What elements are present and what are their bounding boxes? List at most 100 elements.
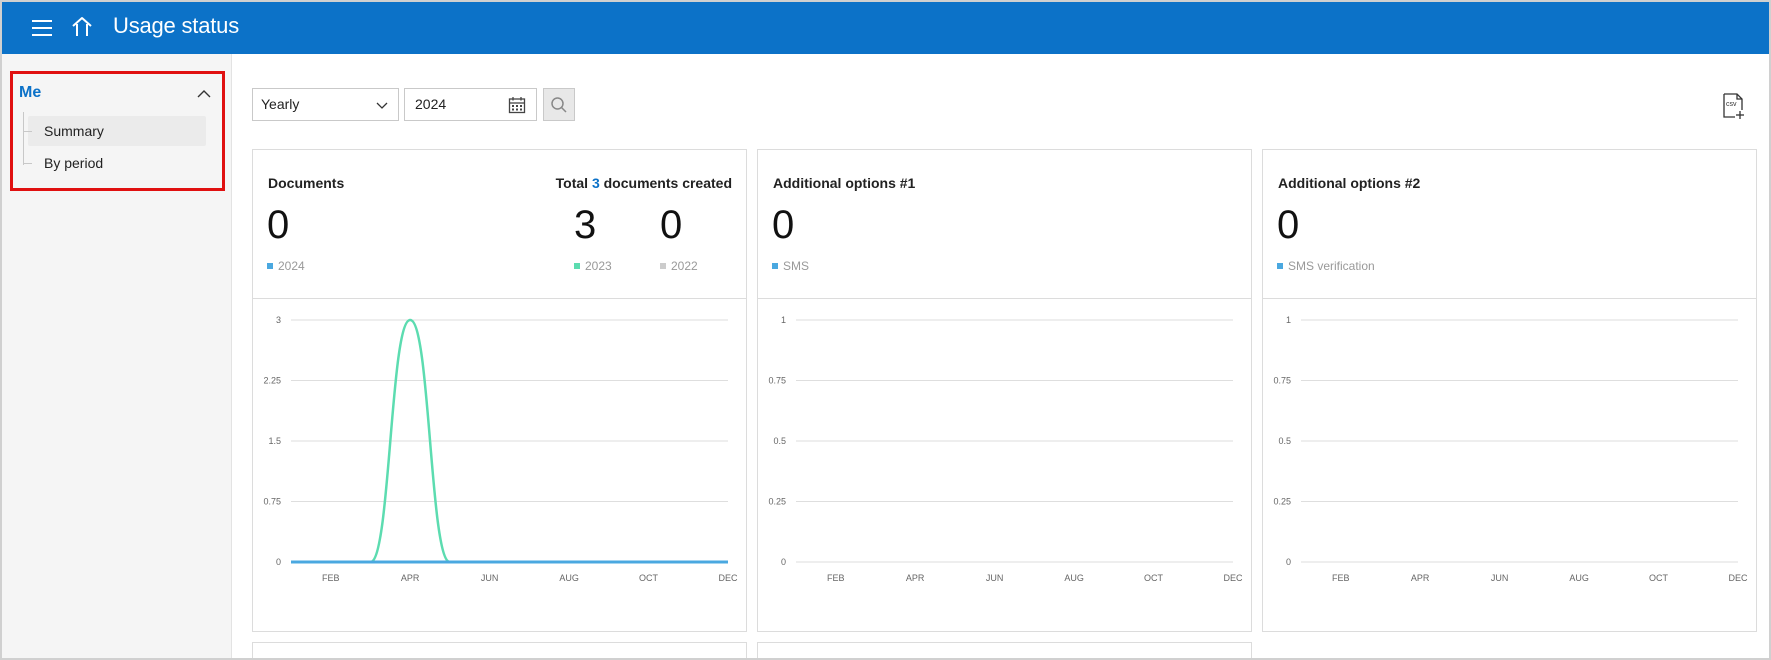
card-title: Documents — [268, 175, 345, 191]
y-tick-label: 0.5 — [1278, 436, 1291, 446]
x-tick-label: DEC — [1728, 573, 1748, 583]
x-tick-label: OCT — [639, 573, 659, 583]
note-count: 3 — [591, 175, 600, 191]
y-tick-label: 0.25 — [768, 497, 786, 507]
additional-options-1-card: Additional options #1 0 SMS 0 0.25 0.5 0.75… — [757, 149, 1252, 632]
stat-value: 0 — [1277, 203, 1300, 247]
y-tick-label: 0.75 — [768, 376, 786, 386]
x-tick-label: OCT — [1144, 573, 1164, 583]
search-icon — [551, 96, 567, 113]
stat-value: 0 — [267, 203, 290, 247]
x-tick-label: AUG — [1569, 573, 1589, 583]
svg-text:csv: csv — [1726, 101, 1737, 108]
stat-value: 0 — [660, 203, 683, 247]
legend-text: SMS verification — [1288, 259, 1375, 273]
additional-options-2-card: Additional options #2 0 SMS verification… — [1262, 149, 1757, 632]
tree-line — [23, 112, 24, 165]
x-tick-label: DEC — [718, 573, 738, 583]
y-tick-label: 2.25 — [263, 376, 281, 386]
sidebar-item-label: By period — [44, 155, 104, 171]
x-tick-label: APR — [906, 573, 925, 583]
y-tick-label: 0 — [1286, 557, 1291, 567]
y-tick-label: 0.75 — [263, 497, 281, 507]
x-tick-label: AUG — [559, 573, 579, 583]
tree-dash — [23, 131, 32, 132]
search-button[interactable] — [543, 88, 575, 121]
x-tick-label: FEB — [1332, 573, 1350, 583]
y-tick-label: 0 — [781, 557, 786, 567]
legend-swatch — [772, 263, 778, 269]
y-tick-label: 0 — [276, 557, 281, 567]
note-prefix: Total — [555, 175, 592, 191]
stat-value: 0 — [772, 203, 795, 247]
stat-label: 2023 — [574, 259, 612, 273]
year-input[interactable]: 2024 — [404, 88, 537, 121]
x-tick-label: OCT — [1649, 573, 1669, 583]
sidebar: Me Summary By period — [2, 54, 232, 658]
stat-2022: 0 2022 — [660, 205, 698, 273]
note-suffix: documents created — [599, 175, 732, 191]
legend-text: 2023 — [585, 259, 612, 273]
stat-label: SMS — [772, 259, 809, 273]
y-tick-label: 1 — [781, 315, 786, 325]
sidebar-item-summary[interactable]: Summary — [23, 116, 206, 146]
y-tick-label: 0.5 — [773, 436, 786, 446]
x-tick-label: FEB — [322, 573, 340, 583]
hamburger-menu-icon[interactable] — [28, 14, 56, 42]
stat-sms-verification: 0 SMS verification — [1277, 205, 1375, 273]
y-tick-label: 0.75 — [1273, 376, 1291, 386]
legend-text: SMS — [783, 259, 810, 273]
stat-2024: 0 2024 — [267, 205, 305, 273]
legend-swatch — [660, 263, 666, 269]
sidebar-item-by-period[interactable]: By period — [23, 148, 206, 178]
total-documents-note: Total 3 documents created — [556, 175, 732, 191]
stat-label: 2022 — [660, 259, 698, 273]
legend-swatch — [574, 263, 580, 269]
app-frame: Usage status Me Summary By period Yearly… — [0, 0, 1771, 660]
chevron-down-icon — [376, 102, 388, 109]
period-select-value: Yearly — [261, 96, 300, 112]
page-title: Usage status — [113, 13, 240, 38]
x-tick-label: DEC — [1223, 573, 1243, 583]
csv-file-icon: csv — [1723, 93, 1744, 119]
x-tick-label: AUG — [1064, 573, 1084, 583]
chevron-up-icon[interactable] — [194, 84, 214, 104]
csv-export-button[interactable]: csv — [1722, 92, 1746, 120]
sidebar-item-label: Summary — [44, 123, 104, 139]
calendar-icon[interactable] — [508, 96, 526, 114]
y-tick-label: 0.25 — [1273, 497, 1291, 507]
stat-value: 3 — [574, 203, 597, 247]
legend-swatch — [267, 263, 273, 269]
stat-sms: 0 SMS — [772, 205, 809, 273]
additional-options-1-chart: 0 0.25 0.5 0.75 1 FEB APR JUN AUG OCT DEC — [768, 315, 1243, 583]
y-tick-label: 3 — [276, 315, 281, 325]
stat-2023: 3 2023 — [574, 205, 612, 273]
card-title: Additional options #2 — [1278, 175, 1421, 191]
year-input-value: 2024 — [415, 96, 447, 112]
sidebar-group-me: Me Summary By period — [10, 71, 225, 191]
y-tick-label: 1.5 — [268, 436, 281, 446]
x-tick-label: APR — [1411, 573, 1430, 583]
y-tick-label: 1 — [1286, 315, 1291, 325]
documents-card: Documents Total 3 documents created 0 20… — [252, 149, 747, 632]
x-tick-label: JUN — [1491, 573, 1509, 583]
x-tick-label: JUN — [986, 573, 1004, 583]
legend-text: 2024 — [278, 259, 305, 273]
sidebar-group-title[interactable]: Me — [19, 84, 41, 102]
stat-label: SMS verification — [1277, 259, 1375, 273]
x-tick-label: FEB — [827, 573, 845, 583]
legend-swatch — [1277, 263, 1283, 269]
period-select[interactable]: Yearly — [252, 88, 399, 121]
next-card — [252, 642, 747, 658]
home-icon[interactable] — [67, 12, 97, 42]
documents-chart: 0 0.75 1.5 2.25 3 FEB APR JUN AUG OCT DEC — [263, 315, 738, 583]
top-bar: Usage status — [2, 2, 1769, 54]
x-tick-label: APR — [401, 573, 420, 583]
x-tick-label: JUN — [481, 573, 499, 583]
legend-text: 2022 — [671, 259, 698, 273]
next-card — [757, 642, 1252, 658]
additional-options-2-chart: 0 0.25 0.5 0.75 1 FEB APR JUN AUG OCT DEC — [1273, 315, 1748, 583]
card-title: Additional options #1 — [773, 175, 916, 191]
tree-dash — [23, 163, 32, 164]
stat-label: 2024 — [267, 259, 305, 273]
